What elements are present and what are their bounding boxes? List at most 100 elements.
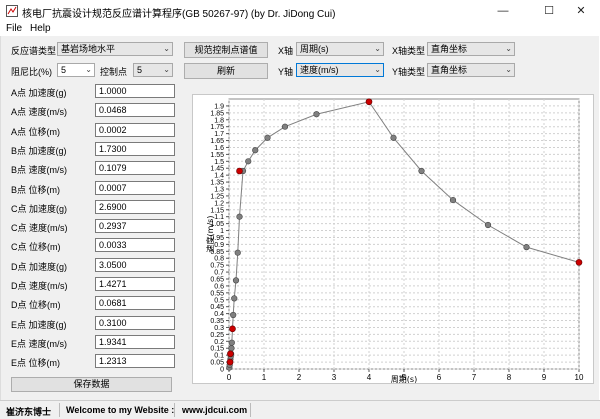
x-axis-select[interactable]: 周期(s) ⌄	[296, 42, 384, 56]
y-tick-label: 0.6	[214, 283, 224, 290]
chevron-down-icon: ⌄	[374, 65, 381, 74]
control-point-marker	[236, 167, 243, 175]
y-tick-label: 0.75	[210, 263, 224, 270]
point-value-field[interactable]: 0.0468	[95, 103, 175, 118]
point-value-field[interactable]: 0.2937	[95, 219, 175, 234]
minimize-button[interactable]: —	[490, 2, 516, 20]
y-tick-label: 1.3	[214, 187, 224, 194]
data-point	[313, 111, 320, 118]
y-axis-type-value: 直角坐标	[431, 65, 468, 75]
y-axis-select[interactable]: 速度(m/s) ⌄	[296, 63, 384, 77]
chevron-down-icon: ⌄	[505, 44, 512, 53]
point-value-field[interactable]: 2.6900	[95, 199, 175, 214]
x-axis-label: X轴	[278, 46, 294, 56]
spectrum-type-select[interactable]: 基岩场地水平 ⌄	[57, 42, 173, 56]
refresh-button[interactable]: 刷新	[184, 63, 268, 79]
x-axis-type-label: X轴类型	[392, 46, 426, 56]
chevron-down-icon: ⌄	[85, 65, 92, 74]
point-row-label: E点 加速度(g)	[11, 319, 67, 330]
data-point	[264, 134, 271, 141]
point-value-field[interactable]: 1.0000	[95, 84, 175, 98]
point-value-field[interactable]: 0.0007	[95, 180, 175, 195]
y-tick-label: 0.3	[214, 325, 224, 332]
x-axis-type-select[interactable]: 直角坐标 ⌄	[427, 42, 515, 56]
point-value-field[interactable]: 0.0033	[95, 238, 175, 253]
point-value-field[interactable]: 3.0500	[95, 257, 175, 272]
spectrum-type-label: 反应谱类型	[11, 46, 57, 56]
point-row-label: C点 加速度(g)	[11, 203, 67, 214]
data-point	[228, 345, 235, 352]
y-tick-label: 1.4	[214, 173, 224, 180]
chevron-down-icon: ⌄	[163, 44, 170, 53]
y-tick-label: 0.05	[210, 360, 224, 367]
point-value-field[interactable]: 0.3100	[95, 315, 175, 330]
control-point-value: 5	[137, 65, 143, 75]
menu-bar: File Help	[0, 22, 600, 36]
damping-label: 阻尼比(%)	[11, 67, 52, 77]
y-tick-label: 0.55	[210, 290, 224, 297]
y-axis-type-select[interactable]: 直角坐标 ⌄	[427, 63, 515, 77]
status-url[interactable]: www.jdcui.com	[182, 405, 247, 415]
x-tick-label: 1	[262, 373, 267, 382]
y-tick-label: 1.8	[214, 117, 224, 124]
data-point	[232, 277, 240, 284]
data-point	[449, 196, 457, 204]
y-tick-label: 1.9	[214, 103, 224, 110]
point-row-label: D点 加速度(g)	[11, 261, 67, 272]
control-point-label: 控制点	[100, 67, 128, 77]
y-tick-label: 0.8	[214, 256, 224, 263]
control-point-marker	[365, 98, 373, 106]
y-tick-label: 0.35	[210, 318, 224, 325]
y-tick-label: 1.7	[214, 131, 224, 138]
y-tick-label: 1.45	[210, 166, 224, 173]
damping-select[interactable]: 5 ⌄	[57, 63, 95, 77]
point-value-field[interactable]: 0.1079	[95, 161, 175, 176]
point-value-field[interactable]: 0.0681	[95, 296, 175, 311]
point-value-field[interactable]: 0.0002	[95, 122, 175, 137]
control-point-marker	[575, 259, 583, 266]
x-tick-label: 4	[367, 373, 372, 382]
y-tick-label: 0.5	[214, 297, 224, 304]
y-tick-label: 0.4	[214, 311, 224, 318]
maximize-button[interactable]: ☐	[536, 2, 562, 20]
save-data-button[interactable]: 保存数据	[11, 377, 172, 392]
x-tick-label: 3	[332, 373, 337, 382]
point-value-field[interactable]: 1.7300	[95, 141, 175, 156]
y-tick-label: 0.65	[210, 277, 224, 284]
y-tick-label: 1.35	[210, 180, 224, 187]
point-value-field[interactable]: 1.4271	[95, 277, 175, 291]
y-tick-label: 0	[220, 367, 224, 374]
point-row-label: A点 位移(m)	[11, 126, 60, 137]
control-point-select[interactable]: 5 ⌄	[133, 63, 173, 77]
close-button[interactable]: ✕	[568, 2, 594, 20]
spectrum-chart: 0 1 2 3 4 5 6 7 8 9 10 0 0.05 0.1 0.15 0.2 0.25 0.3 0.35 0.…	[192, 94, 594, 384]
menu-file[interactable]: File	[6, 23, 22, 34]
chevron-down-icon: ⌄	[374, 44, 381, 53]
x-axis-title: 周期(s)	[391, 375, 417, 383]
point-value-field[interactable]: 1.2313	[95, 354, 175, 369]
y-tick-label: 1.6	[214, 145, 224, 152]
data-point	[390, 134, 397, 141]
data-point	[234, 249, 241, 256]
point-row-label: B点 加速度(g)	[11, 145, 67, 156]
point-value-field[interactable]: 1.9341	[95, 334, 175, 349]
code-control-points-button[interactable]: 规范控制点谱值	[184, 42, 268, 58]
spectrum-chart-svg: 0 1 2 3 4 5 6 7 8 9 1000.050.10.150.20.250.30.350.…	[205, 98, 584, 384]
app-icon	[6, 5, 18, 17]
status-separator	[59, 403, 60, 417]
x-axis-type-value: 直角坐标	[431, 44, 468, 54]
y-tick-label: 1.75	[210, 124, 224, 131]
y-tick-label: 1.25	[210, 193, 224, 200]
status-bar: 崔济东博士 Welcome to my Website : www.jdcui.…	[0, 400, 600, 419]
point-row-label: C点 位移(m)	[11, 242, 61, 253]
menu-help[interactable]: Help	[30, 23, 51, 34]
y-tick-label: 0.45	[210, 304, 224, 311]
title-bar: 核电厂抗震设计规范反应谱计算程序(GB 50267-97) (by Dr. Ji…	[0, 0, 600, 22]
status-separator	[174, 403, 175, 417]
x-tick-label: 9	[542, 373, 547, 382]
y-axis-label: Y轴	[278, 67, 294, 77]
y-tick-label: 1.1	[214, 214, 224, 221]
y-tick-label: 1.65	[210, 138, 224, 145]
control-point-marker	[227, 350, 234, 358]
point-row-label: C点 速度(m/s)	[11, 223, 68, 234]
